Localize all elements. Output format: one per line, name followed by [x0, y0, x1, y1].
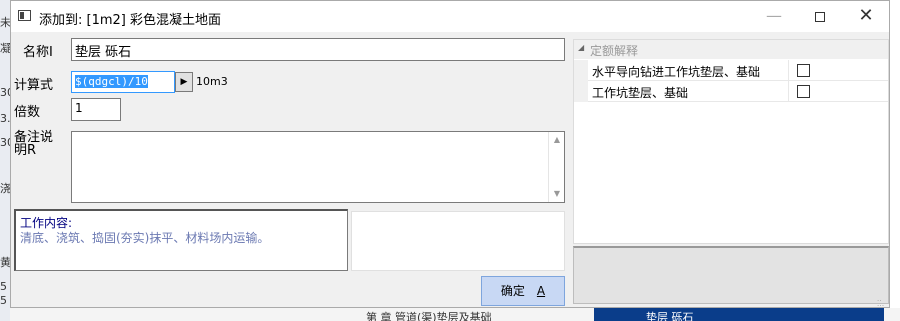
multiplier-label: 倍数 [14, 105, 41, 120]
property-category[interactable]: ◢ 定额解释 [574, 40, 888, 59]
formula-value: $(qdgcl)/10 [75, 75, 148, 88]
name-label: 名称I [23, 45, 53, 60]
unit-label: 10m3 [196, 75, 228, 88]
triangle-right-icon: ▶ [180, 77, 188, 87]
property-row-gutter [574, 81, 588, 102]
background-list-strip: 第 章 管道(渠)垫层及基础 垫层 砾石 [10, 308, 900, 321]
close-icon: ✕ [858, 5, 874, 26]
remark-textarea[interactable]: ▲ ▼ [71, 131, 565, 203]
ok-button-label: 确定 [500, 284, 525, 298]
work-content-text: 清底、浇筑、捣固(夯实)抹平、材料场内运输。 [20, 231, 270, 245]
minimize-button[interactable]: — [751, 1, 797, 32]
property-category-label: 定额解释 [590, 44, 639, 58]
close-button[interactable]: ✕ [843, 1, 889, 32]
background-fragment: 30 [0, 86, 10, 99]
property-checkbox[interactable] [797, 64, 810, 77]
window-title: 添加到: [1m2] 彩色混凝土地面 [39, 13, 221, 28]
formula-field[interactable]: $(qdgcl)/10 [71, 71, 175, 93]
resize-grip-icon[interactable]: . .. . . [877, 296, 887, 308]
background-selected-text: 垫层 砾石 [646, 311, 694, 321]
add-quota-dialog: 添加到: [1m2] 彩色混凝土地面 — ✕ 名称I 垫层 砾石 计算式 $(q… [10, 0, 890, 308]
name-field[interactable]: 垫层 砾石 [71, 38, 565, 61]
background-list-item: 第 章 管道(渠)垫层及基础 [366, 311, 492, 321]
background-fragment: 5 [0, 280, 7, 293]
property-row-divider [788, 60, 789, 81]
work-content-box: 工作内容: 清底、浇筑、捣固(夯实)抹平、材料场内运输。 [14, 209, 348, 271]
property-checkbox[interactable] [797, 85, 810, 98]
background-selected-row: 垫层 砾石 [594, 308, 884, 321]
remark-label: 备注说明R [14, 130, 54, 158]
background-fragment: 30 [0, 136, 10, 149]
scroll-up-icon[interactable]: ▲ [549, 133, 565, 147]
property-row[interactable]: 水平导向钻进工作坑垫层、基础 [574, 60, 888, 81]
ok-button-shortcut: A [536, 284, 546, 298]
title-bar[interactable]: 添加到: [1m2] 彩色混凝土地面 — ✕ [11, 1, 889, 32]
background-fragment: 凝 [0, 42, 10, 55]
property-row-divider [788, 81, 789, 102]
property-description-pane [573, 246, 889, 304]
background-fragment: 5 [0, 294, 7, 307]
property-row-gutter [574, 60, 588, 81]
background-fragment: 3. [0, 112, 10, 125]
maximize-button[interactable] [797, 1, 843, 32]
minimize-icon: — [766, 6, 782, 25]
background-fragment: 浇 [0, 182, 10, 195]
formula-picker-button[interactable]: ▶ [175, 72, 193, 92]
multiplier-field[interactable]: 1 [71, 98, 121, 121]
background-fragment: 黄 [0, 256, 10, 269]
formula-label: 计算式 [14, 78, 54, 93]
background-fragment: 未 [0, 16, 10, 29]
collapse-triangle-icon[interactable]: ◢ [578, 43, 584, 52]
property-grid: ◢ 定额解释 水平导向钻进工作坑垫层、基础 工作坑垫层、基础 [573, 39, 889, 244]
property-row-label: 水平导向钻进工作坑垫层、基础 [592, 65, 761, 79]
property-row[interactable]: 工作坑垫层、基础 [574, 81, 888, 102]
scroll-down-icon[interactable]: ▼ [549, 187, 565, 201]
ok-button[interactable]: 确定 A [481, 276, 565, 306]
remark-scrollbar[interactable]: ▲ ▼ [548, 132, 564, 202]
maximize-icon [815, 11, 825, 22]
blank-panel [351, 211, 565, 271]
app-window-icon [18, 10, 31, 21]
property-row-label: 工作坑垫层、基础 [592, 86, 689, 100]
